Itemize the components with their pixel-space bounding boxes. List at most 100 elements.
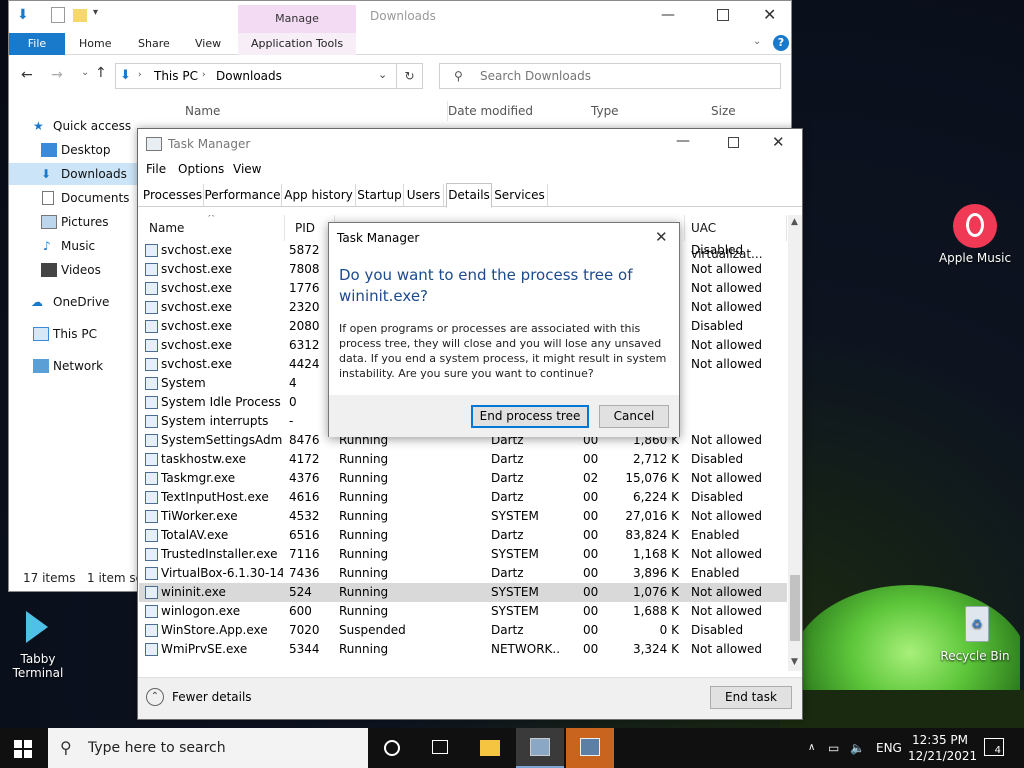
desktop-icon-tabby-terminal[interactable]: Tabby Terminal: [0, 605, 76, 680]
cortana-icon[interactable]: [384, 740, 400, 756]
tab-file[interactable]: File: [9, 33, 65, 55]
clock-time: 12:35 PM: [912, 733, 968, 747]
up-arrow-icon[interactable]: ↑: [95, 65, 107, 81]
nav-this-pc[interactable]: This PC: [9, 323, 139, 345]
breadcrumb-this-pc[interactable]: This PC: [154, 69, 198, 83]
tab-services[interactable]: Services: [492, 184, 548, 206]
close-icon[interactable]: ✕: [655, 228, 668, 246]
nav-documents[interactable]: Documents: [9, 187, 139, 209]
language-indicator[interactable]: ENG: [876, 728, 902, 768]
ribbon-expand-icon[interactable]: ⌄: [753, 36, 761, 47]
table-row[interactable]: TotalAV.exe 6516 Running Dartz 00 83,824 K Ena…: [139, 526, 787, 545]
table-row[interactable]: wininit.exe 524 Running SYSTEM 00 1,076 K Not …: [139, 583, 787, 602]
properties-icon[interactable]: [51, 7, 65, 23]
new-folder-icon[interactable]: [73, 9, 87, 22]
nav-desktop[interactable]: Desktop: [9, 139, 139, 161]
cell-status: Running: [339, 471, 389, 485]
back-arrow-icon[interactable]: ←: [21, 67, 33, 83]
cell-pid: 4532: [289, 509, 320, 523]
end-task-button[interactable]: End task: [710, 686, 792, 709]
tab-view[interactable]: View: [195, 33, 221, 55]
recent-locations-icon[interactable]: ⌄: [81, 67, 89, 78]
cancel-button[interactable]: Cancel: [599, 405, 669, 428]
nav-music[interactable]: ♪ Music: [9, 235, 139, 257]
table-row[interactable]: VirtualBox-6.1.30-14... 7436 Running Dartz 0…: [139, 564, 787, 583]
tab-app-history[interactable]: App history: [282, 184, 356, 206]
nav-onedrive[interactable]: ☁ OneDrive: [9, 291, 139, 313]
menu-view[interactable]: View: [233, 162, 261, 176]
notifications-icon[interactable]: 4: [984, 738, 1004, 756]
column-name[interactable]: Name: [185, 101, 220, 121]
network-icon[interactable]: ▭: [828, 728, 839, 768]
cell-uac: [691, 412, 787, 431]
taskbar-file-explorer[interactable]: [466, 728, 514, 768]
breadcrumb-downloads[interactable]: Downloads: [216, 69, 282, 83]
close-icon[interactable]: ✕: [772, 133, 785, 151]
taskbar-search-input[interactable]: ⚲ Type here to search: [48, 728, 368, 768]
address-bar[interactable]: ⬇ › This PC › Downloads ⌄: [115, 63, 397, 89]
desktop-icon-apple-music[interactable]: Apple Music: [935, 204, 1015, 265]
tab-share[interactable]: Share: [138, 33, 170, 55]
nav-network[interactable]: Network: [9, 355, 139, 377]
fewer-details-link[interactable]: Fewer details: [172, 690, 252, 704]
clock[interactable]: 12:35 PM 12/21/2021: [908, 732, 977, 764]
forward-arrow-icon[interactable]: →: [51, 67, 63, 83]
task-manager-tabs: Processes Performance App history Startu…: [138, 183, 802, 208]
table-row[interactable]: WmiPrvSE.exe 5344 Running NETWORK... 00 3,324…: [139, 640, 787, 659]
minimize-icon[interactable]: —: [676, 133, 690, 149]
scroll-up-icon[interactable]: ▲: [791, 217, 798, 227]
desktop-icon-recycle-bin[interactable]: ♻ Recycle Bin: [935, 602, 1015, 663]
volume-muted-icon[interactable]: 🔈: [850, 728, 865, 768]
nav-videos[interactable]: Videos: [9, 259, 139, 281]
maximize-icon[interactable]: [717, 9, 729, 21]
cell-cpu: 00: [583, 566, 599, 580]
table-row[interactable]: taskhostw.exe 4172 Running Dartz 00 2,712 K Di…: [139, 450, 787, 469]
table-row[interactable]: TextInputHost.exe 4616 Running Dartz 00 6,224…: [139, 488, 787, 507]
table-row[interactable]: TrustedInstaller.exe 7116 Running SYSTEM 00 1…: [139, 545, 787, 564]
tab-performance[interactable]: Performance: [204, 184, 282, 206]
windows-start-icon[interactable]: [14, 740, 32, 758]
column-header-uac[interactable]: UAC virtualizat...: [685, 215, 787, 261]
scroll-down-icon[interactable]: ▼: [791, 657, 798, 667]
scroll-thumb[interactable]: [790, 575, 800, 641]
maximize-icon[interactable]: [728, 137, 739, 148]
tab-users[interactable]: Users: [404, 184, 444, 206]
menu-file[interactable]: File: [146, 162, 166, 176]
chevron-down-icon[interactable]: ▾: [93, 7, 98, 18]
search-input[interactable]: ⚲ Search Downloads: [439, 63, 781, 89]
taskbar-app-installer[interactable]: [566, 728, 614, 768]
cell-name: WmiPrvSE.exe: [161, 642, 248, 656]
table-row[interactable]: Taskmgr.exe 4376 Running Dartz 02 15,076 K Not…: [139, 469, 787, 488]
address-dropdown-icon[interactable]: ⌄: [378, 68, 387, 81]
chevron-up-icon[interactable]: ⌃: [146, 688, 164, 706]
task-view-icon[interactable]: [432, 740, 448, 754]
tab-home[interactable]: Home: [79, 33, 111, 55]
nav-downloads[interactable]: ⬇ Downloads: [9, 163, 139, 185]
end-process-tree-button[interactable]: End process tree: [471, 405, 589, 428]
taskbar-task-manager[interactable]: [516, 728, 564, 768]
minimize-icon[interactable]: —: [661, 7, 675, 23]
menu-options[interactable]: Options: [178, 162, 224, 176]
nav-pictures[interactable]: Pictures: [9, 211, 139, 233]
refresh-button[interactable]: ↻: [397, 63, 423, 89]
vertical-scrollbar[interactable]: ▲ ▼: [788, 215, 802, 671]
down-arrow-icon[interactable]: ⬇: [17, 7, 35, 23]
tab-details[interactable]: Details: [446, 183, 492, 208]
table-row[interactable]: winlogon.exe 600 Running SYSTEM 00 1,688 K Not…: [139, 602, 787, 621]
chevron-up-icon[interactable]: ∧: [808, 728, 815, 768]
table-row[interactable]: TiWorker.exe 4532 Running SYSTEM 00 27,016 K N…: [139, 507, 787, 526]
nav-quick-access[interactable]: ★ Quick access: [9, 115, 139, 137]
close-icon[interactable]: ✕: [763, 5, 776, 24]
cell-uac: Not allowed: [691, 281, 763, 295]
table-row[interactable]: WinStore.App.exe 7020 Suspended Dartz 00 0 K D…: [139, 621, 787, 640]
cell-pid: 600: [289, 604, 312, 618]
help-icon[interactable]: ?: [773, 35, 789, 51]
process-icon: [145, 643, 158, 656]
column-size[interactable]: Size: [711, 101, 736, 121]
tab-startup[interactable]: Startup: [356, 184, 404, 206]
cell-pid: 1776: [289, 281, 320, 295]
tab-application-tools[interactable]: Application Tools: [251, 33, 343, 55]
column-type[interactable]: Type: [591, 101, 619, 121]
tab-processes[interactable]: Processes: [142, 184, 204, 206]
column-date-modified[interactable]: Date modified: [447, 101, 533, 121]
